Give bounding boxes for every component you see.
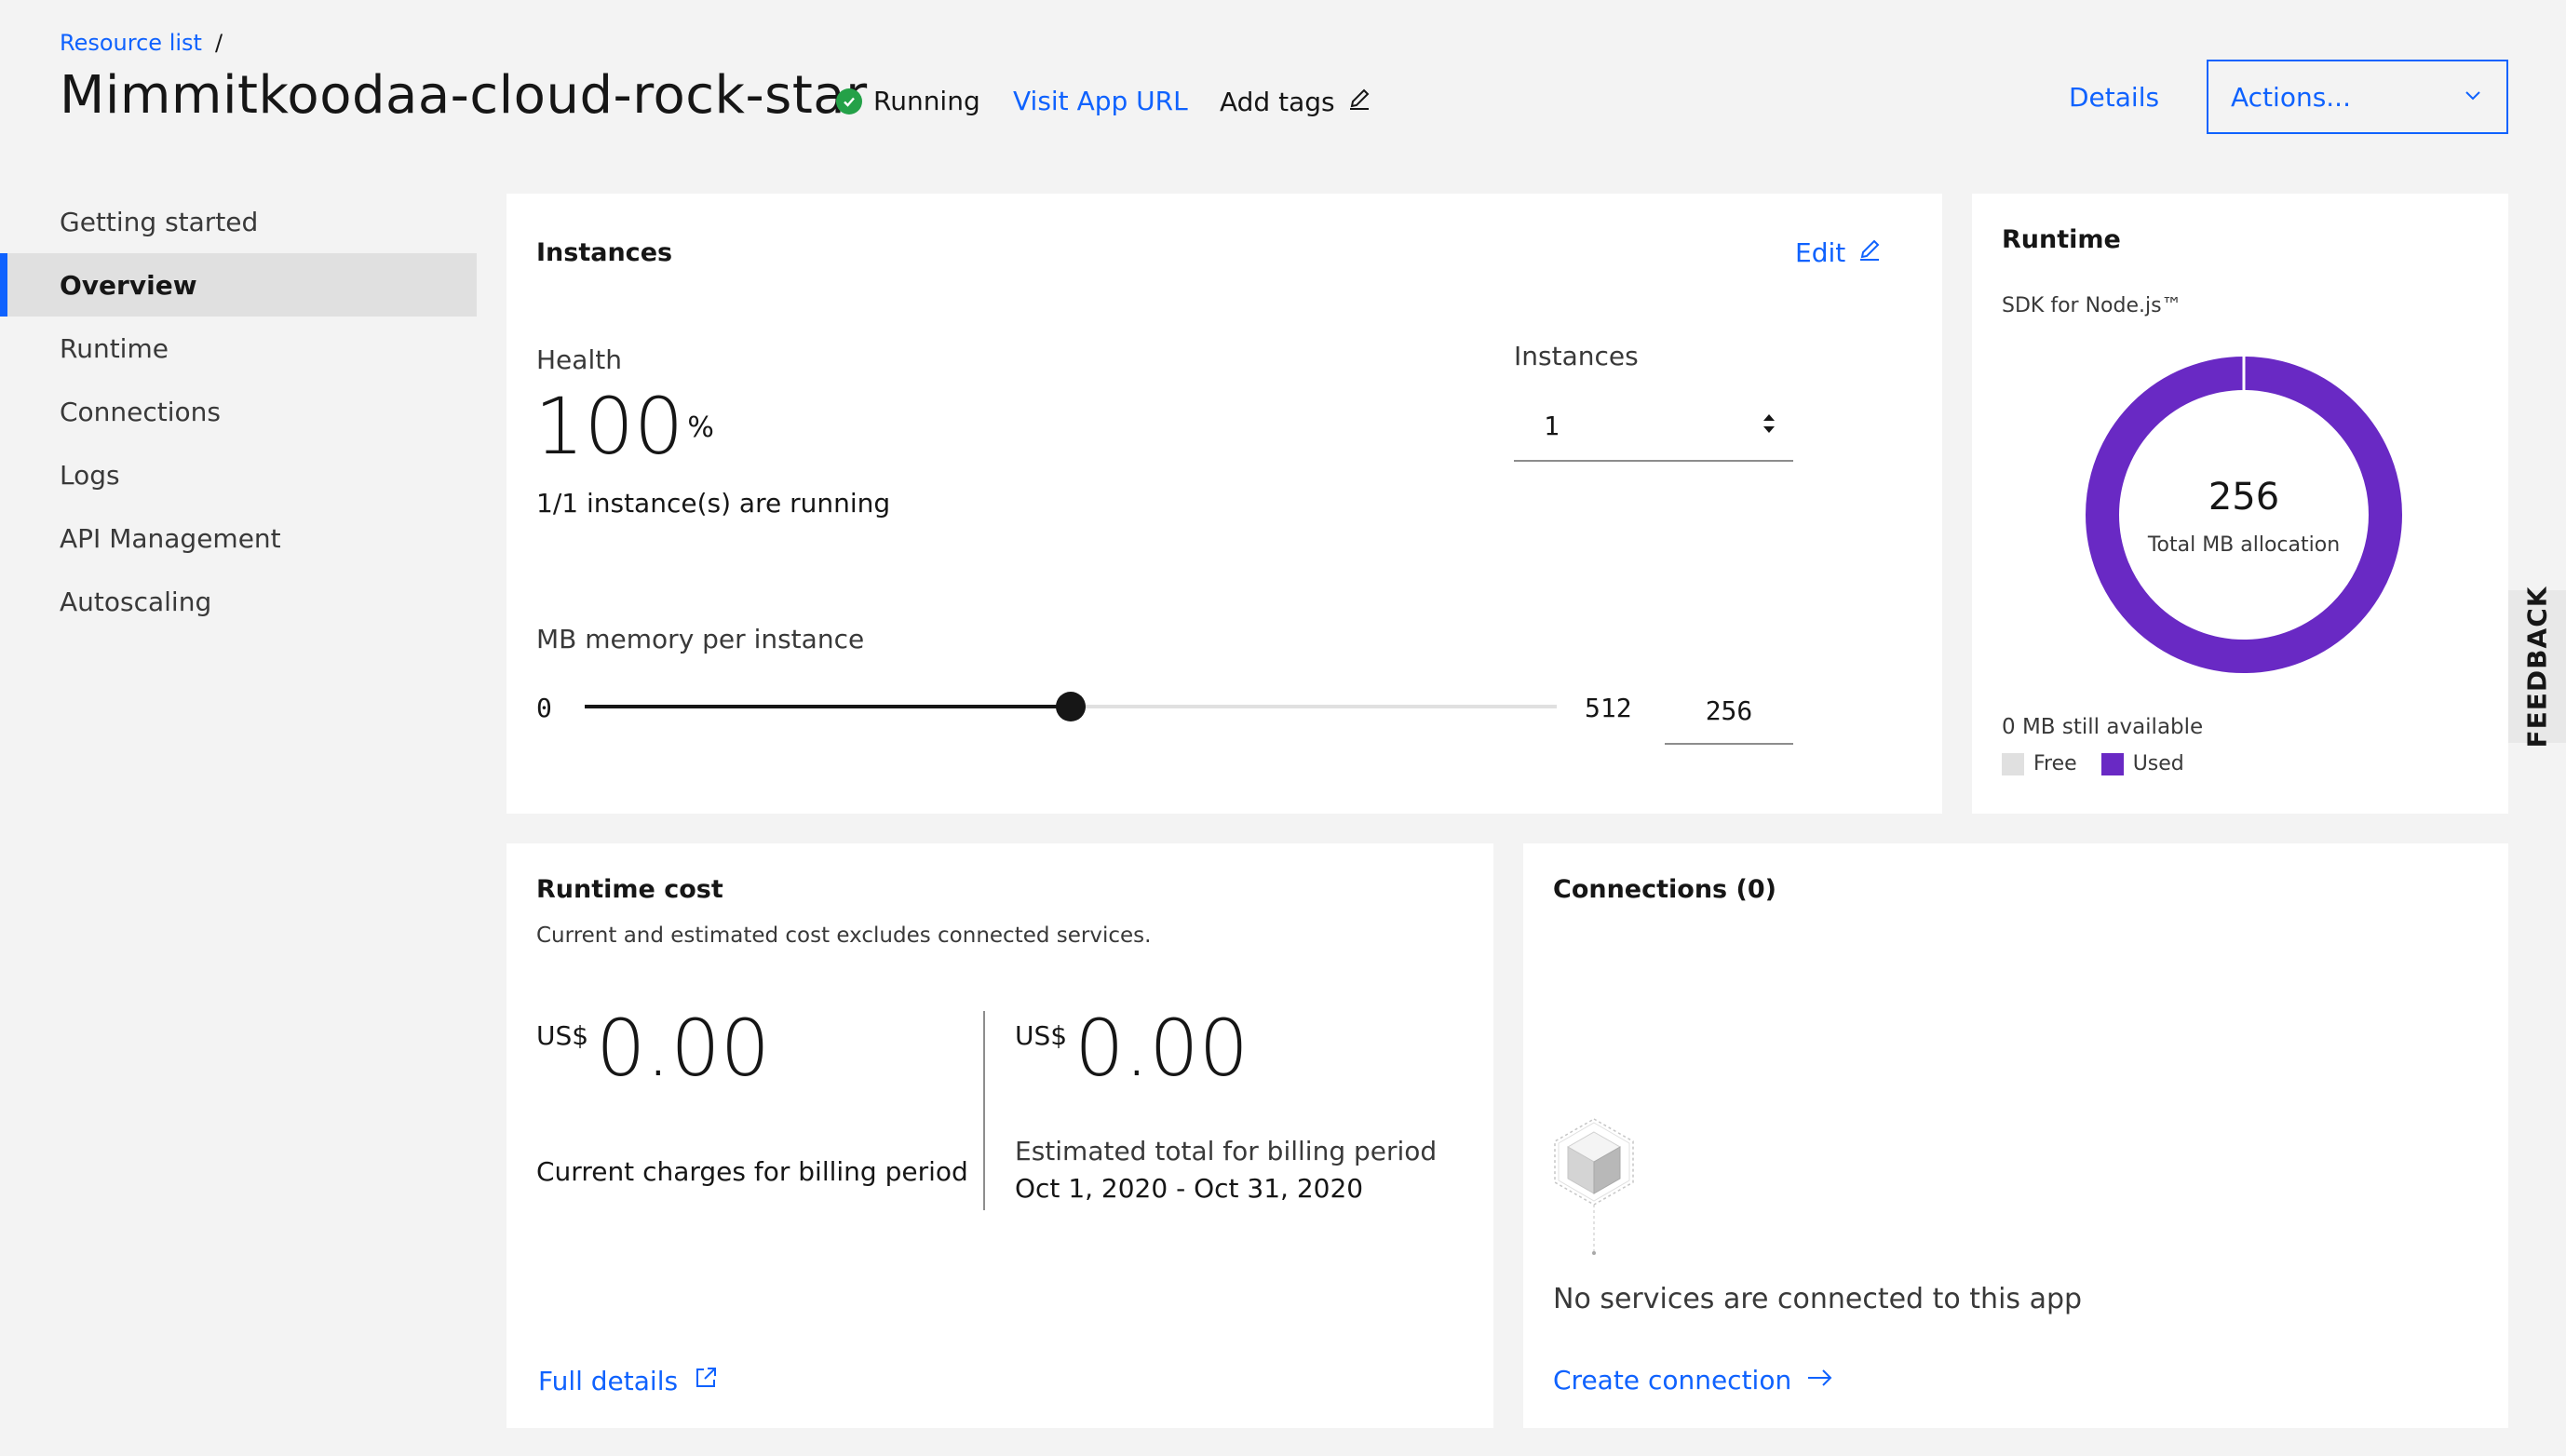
create-connection-label: Create connection [1553, 1365, 1792, 1395]
sidebar-item-autoscaling[interactable]: Autoscaling [0, 570, 477, 633]
runtime-cost-card: Runtime cost Current and estimated cost … [506, 843, 1493, 1428]
estimated-cost-label: Estimated total for billing period [1015, 1136, 1438, 1166]
slider-min-label: 0 [536, 693, 552, 723]
donut-total: 256 [2208, 476, 2280, 519]
check-circle-icon [836, 88, 862, 115]
memory-slider-handle[interactable] [1056, 692, 1086, 721]
legend-used-swatch [2100, 752, 2124, 775]
add-tags-label: Add tags [1220, 87, 1335, 117]
edit-pencil-icon [1857, 236, 1883, 269]
page-title: Mimmitkoodaa-cloud-rock-star [60, 65, 868, 126]
slider-max-label: 512 [1585, 693, 1632, 723]
edit-label: Edit [1795, 237, 1846, 268]
memory-available: 0 MB still available [2002, 715, 2204, 739]
actions-label: Actions... [2231, 81, 2351, 113]
details-link[interactable]: Details [2069, 82, 2159, 113]
runtime-sdk: SDK for Node.js™ [2002, 294, 2182, 317]
legend-free-swatch [2002, 752, 2024, 775]
health-label: Health [536, 344, 622, 375]
actions-dropdown[interactable]: Actions... [2207, 60, 2508, 134]
breadcrumb-resource-list[interactable]: Resource list [60, 30, 202, 56]
instances-stepper-value: 1 [1544, 410, 1560, 441]
sidebar-nav: Getting started Overview Runtime Connect… [0, 190, 477, 633]
status-text: Running [873, 86, 980, 116]
launch-external-icon [693, 1365, 719, 1397]
donut-legend: Free Used [2002, 752, 2184, 775]
sidebar-item-connections[interactable]: Connections [0, 380, 477, 443]
instances-stepper[interactable]: 1 [1514, 391, 1793, 462]
connections-empty-message: No services are connected to this app [1553, 1283, 2083, 1315]
current-cost-value: 0.00 [596, 1003, 771, 1094]
sidebar-item-overview[interactable]: Overview [0, 253, 477, 317]
chevron-down-icon [2462, 82, 2484, 113]
memory-slider-fill [585, 705, 1071, 708]
edit-instances-button[interactable]: Edit [1795, 236, 1883, 269]
health-metric: 100 % [534, 387, 714, 465]
edit-pencil-icon [1346, 86, 1372, 118]
visit-app-url-link[interactable]: Visit App URL [1013, 86, 1188, 116]
empty-cube-icon [1549, 1113, 1639, 1272]
memory-value-input[interactable]: 256 [1665, 678, 1793, 745]
billing-period: Oct 1, 2020 - Oct 31, 2020 [1015, 1173, 1364, 1204]
health-unit: % [687, 411, 714, 444]
cost-divider [983, 1011, 985, 1210]
feedback-tab[interactable]: FEEDBACK [2508, 586, 2566, 748]
donut-total-label: Total MB allocation [2147, 533, 2341, 557]
instances-count-label: Instances [1514, 341, 1639, 371]
connections-title: Connections (0) [1553, 875, 1776, 904]
connections-card: Connections (0) No services are connecte… [1523, 843, 2508, 1428]
estimated-cost-value: 0.00 [1074, 1003, 1249, 1094]
full-details-label: Full details [538, 1366, 679, 1396]
legend-used-label: Used [2132, 752, 2184, 775]
memory-label: MB memory per instance [536, 624, 865, 654]
health-subtext: 1/1 instance(s) are running [536, 488, 891, 519]
memory-value: 256 [1705, 694, 1753, 726]
feedback-label: FEEDBACK [2521, 586, 2553, 748]
runtime-cost-title: Runtime cost [536, 875, 723, 904]
current-cost-currency: US$ [536, 1020, 589, 1051]
sidebar-item-logs[interactable]: Logs [0, 443, 477, 506]
breadcrumb: Resource list / [60, 30, 223, 56]
sidebar-item-api-management[interactable]: API Management [0, 506, 477, 570]
instances-card-title: Instances [536, 238, 673, 267]
current-cost: US$ 0.00 [536, 1009, 770, 1087]
memory-slider-track[interactable] [585, 692, 1557, 721]
instances-card: Instances Edit Health 100 % 1/1 instance… [506, 194, 1942, 814]
memory-donut-chart: 256 Total MB allocation [2086, 357, 2402, 673]
status-indicator: Running [836, 86, 980, 116]
arrow-right-icon [1806, 1365, 1834, 1395]
legend-free-label: Free [2033, 752, 2077, 775]
runtime-card: Runtime SDK for Node.js™ 256 Total MB al… [1972, 194, 2508, 814]
breadcrumb-separator: / [214, 30, 223, 56]
health-value: 100 [534, 381, 684, 472]
create-connection-link[interactable]: Create connection [1553, 1365, 1834, 1395]
estimated-cost-currency: US$ [1015, 1020, 1068, 1051]
sidebar-item-runtime[interactable]: Runtime [0, 317, 477, 380]
sidebar-item-getting-started[interactable]: Getting started [0, 190, 477, 253]
full-details-link[interactable]: Full details [538, 1365, 719, 1397]
runtime-cost-subtitle: Current and estimated cost excludes conn… [536, 923, 1152, 948]
stepper-arrows-icon[interactable] [1760, 408, 1778, 443]
current-cost-label: Current charges for billing period [536, 1156, 968, 1187]
runtime-card-title: Runtime [2002, 225, 2121, 254]
add-tags-button[interactable]: Add tags [1220, 86, 1372, 118]
estimated-cost: US$ 0.00 [1015, 1009, 1249, 1087]
